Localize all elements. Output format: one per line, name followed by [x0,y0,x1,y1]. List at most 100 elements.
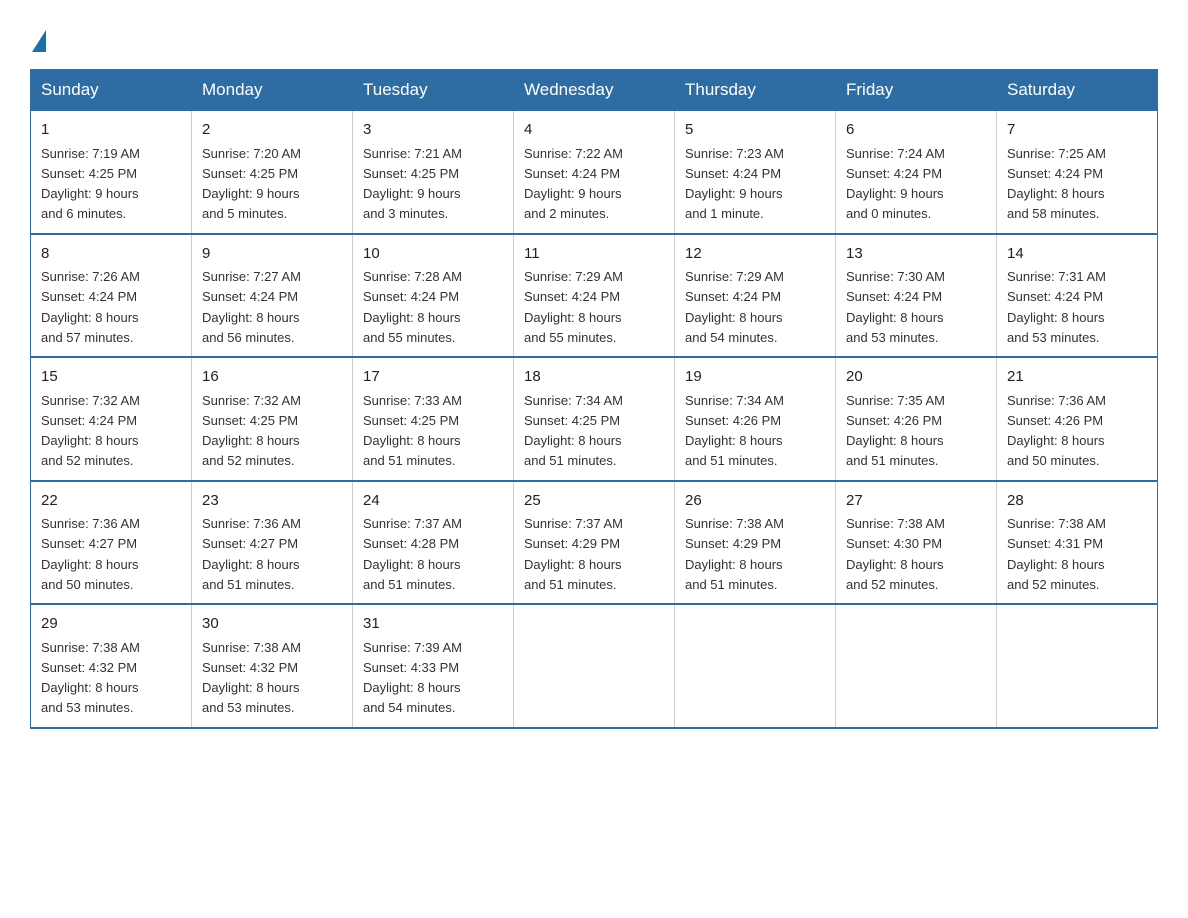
calendar-cell: 3Sunrise: 7:21 AMSunset: 4:25 PMDaylight… [353,111,514,234]
day-number: 19 [685,366,825,389]
weekday-header-friday: Friday [836,70,997,111]
day-number: 20 [846,366,986,389]
day-info: Sunrise: 7:38 AMSunset: 4:31 PMDaylight:… [1007,516,1106,592]
calendar-cell: 7 Sunrise: 7:25 AMSunset: 4:24 PMDaylight… [997,111,1158,234]
calendar-cell: 24 Sunrise: 7:37 AMSunset: 4:28 PMDayligh… [353,481,514,605]
day-info: Sunrise: 7:33 AMSunset: 4:25 PMDaylight:… [363,393,462,469]
day-number: 16 [202,366,342,389]
day-number: 14 [1007,243,1147,266]
day-number: 21 [1007,366,1147,389]
logo-triangle-icon [32,30,46,52]
calendar-week-row: 8 Sunrise: 7:26 AMSunset: 4:24 PMDaylight… [31,234,1158,358]
day-number: 4 [524,119,664,142]
day-info: Sunrise: 7:29 AMSunset: 4:24 PMDaylight:… [524,269,623,345]
calendar-cell: 28Sunrise: 7:38 AMSunset: 4:31 PMDayligh… [997,481,1158,605]
day-info: Sunrise: 7:37 AMSunset: 4:28 PMDaylight:… [363,516,462,592]
day-info: Sunrise: 7:32 AMSunset: 4:25 PMDaylight:… [202,393,301,469]
page-header [30,20,1158,54]
day-number: 23 [202,490,342,513]
day-info: Sunrise: 7:36 AMSunset: 4:26 PMDaylight:… [1007,393,1106,469]
day-info: Sunrise: 7:25 AMSunset: 4:24 PMDaylight:… [1007,146,1106,222]
calendar-cell [675,604,836,728]
day-number: 24 [363,490,503,513]
calendar-cell [514,604,675,728]
calendar-week-row: 22Sunrise: 7:36 AMSunset: 4:27 PMDayligh… [31,481,1158,605]
calendar-week-row: 1Sunrise: 7:19 AMSunset: 4:25 PMDaylight… [31,111,1158,234]
calendar-cell: 2 Sunrise: 7:20 AMSunset: 4:25 PMDaylight… [192,111,353,234]
calendar-cell: 17 Sunrise: 7:33 AMSunset: 4:25 PMDayligh… [353,357,514,481]
calendar-cell: 6 Sunrise: 7:24 AMSunset: 4:24 PMDaylight… [836,111,997,234]
day-info: Sunrise: 7:36 AMSunset: 4:27 PMDaylight:… [202,516,301,592]
calendar-week-row: 15 Sunrise: 7:32 AMSunset: 4:24 PMDayligh… [31,357,1158,481]
weekday-header-tuesday: Tuesday [353,70,514,111]
calendar-cell: 20 Sunrise: 7:35 AMSunset: 4:26 PMDayligh… [836,357,997,481]
day-info: Sunrise: 7:20 AMSunset: 4:25 PMDaylight:… [202,146,301,222]
day-info: Sunrise: 7:31 AMSunset: 4:24 PMDaylight:… [1007,269,1106,345]
calendar-cell: 5 Sunrise: 7:23 AMSunset: 4:24 PMDaylight… [675,111,836,234]
day-info: Sunrise: 7:26 AMSunset: 4:24 PMDaylight:… [41,269,140,345]
day-number: 13 [846,243,986,266]
day-number: 8 [41,243,181,266]
calendar-cell: 16 Sunrise: 7:32 AMSunset: 4:25 PMDayligh… [192,357,353,481]
calendar-body: 1Sunrise: 7:19 AMSunset: 4:25 PMDaylight… [31,111,1158,728]
day-number: 25 [524,490,664,513]
day-number: 27 [846,490,986,513]
calendar-cell: 19 Sunrise: 7:34 AMSunset: 4:26 PMDayligh… [675,357,836,481]
day-info: Sunrise: 7:23 AMSunset: 4:24 PMDaylight:… [685,146,784,222]
day-info: Sunrise: 7:38 AMSunset: 4:32 PMDaylight:… [202,640,301,716]
calendar-cell: 31Sunrise: 7:39 AMSunset: 4:33 PMDayligh… [353,604,514,728]
day-number: 11 [524,243,664,266]
day-number: 2 [202,119,342,142]
weekday-header-wednesday: Wednesday [514,70,675,111]
weekday-row: SundayMondayTuesdayWednesdayThursdayFrid… [31,70,1158,111]
calendar-cell: 18 Sunrise: 7:34 AMSunset: 4:25 PMDayligh… [514,357,675,481]
calendar-cell: 4Sunrise: 7:22 AMSunset: 4:24 PMDaylight… [514,111,675,234]
weekday-header-saturday: Saturday [997,70,1158,111]
day-number: 31 [363,613,503,636]
weekday-header-sunday: Sunday [31,70,192,111]
calendar-cell: 12Sunrise: 7:29 AMSunset: 4:24 PMDayligh… [675,234,836,358]
calendar-cell [997,604,1158,728]
calendar-cell: 23 Sunrise: 7:36 AMSunset: 4:27 PMDayligh… [192,481,353,605]
calendar-table: SundayMondayTuesdayWednesdayThursdayFrid… [30,69,1158,729]
weekday-header-monday: Monday [192,70,353,111]
logo [30,30,46,54]
day-info: Sunrise: 7:38 AMSunset: 4:29 PMDaylight:… [685,516,784,592]
calendar-cell: 14 Sunrise: 7:31 AMSunset: 4:24 PMDayligh… [997,234,1158,358]
calendar-cell: 1Sunrise: 7:19 AMSunset: 4:25 PMDaylight… [31,111,192,234]
day-info: Sunrise: 7:32 AMSunset: 4:24 PMDaylight:… [41,393,140,469]
day-number: 29 [41,613,181,636]
calendar-cell: 29 Sunrise: 7:38 AMSunset: 4:32 PMDayligh… [31,604,192,728]
day-info: Sunrise: 7:34 AMSunset: 4:25 PMDaylight:… [524,393,623,469]
day-number: 1 [41,119,181,142]
day-info: Sunrise: 7:30 AMSunset: 4:24 PMDaylight:… [846,269,945,345]
day-number: 30 [202,613,342,636]
weekday-header-thursday: Thursday [675,70,836,111]
day-number: 9 [202,243,342,266]
day-number: 3 [363,119,503,142]
day-number: 18 [524,366,664,389]
day-number: 7 [1007,119,1147,142]
day-number: 15 [41,366,181,389]
day-number: 17 [363,366,503,389]
day-number: 6 [846,119,986,142]
calendar-cell: 30 Sunrise: 7:38 AMSunset: 4:32 PMDayligh… [192,604,353,728]
day-info: Sunrise: 7:34 AMSunset: 4:26 PMDaylight:… [685,393,784,469]
day-info: Sunrise: 7:38 AMSunset: 4:32 PMDaylight:… [41,640,140,716]
day-info: Sunrise: 7:36 AMSunset: 4:27 PMDaylight:… [41,516,140,592]
calendar-header: SundayMondayTuesdayWednesdayThursdayFrid… [31,70,1158,111]
day-info: Sunrise: 7:27 AMSunset: 4:24 PMDaylight:… [202,269,301,345]
calendar-cell: 26Sunrise: 7:38 AMSunset: 4:29 PMDayligh… [675,481,836,605]
calendar-cell: 10Sunrise: 7:28 AMSunset: 4:24 PMDayligh… [353,234,514,358]
day-info: Sunrise: 7:24 AMSunset: 4:24 PMDaylight:… [846,146,945,222]
calendar-cell: 15 Sunrise: 7:32 AMSunset: 4:24 PMDayligh… [31,357,192,481]
day-info: Sunrise: 7:29 AMSunset: 4:24 PMDaylight:… [685,269,784,345]
calendar-cell: 25 Sunrise: 7:37 AMSunset: 4:29 PMDayligh… [514,481,675,605]
calendar-cell: 22Sunrise: 7:36 AMSunset: 4:27 PMDayligh… [31,481,192,605]
day-info: Sunrise: 7:35 AMSunset: 4:26 PMDaylight:… [846,393,945,469]
day-info: Sunrise: 7:37 AMSunset: 4:29 PMDaylight:… [524,516,623,592]
day-number: 5 [685,119,825,142]
day-info: Sunrise: 7:28 AMSunset: 4:24 PMDaylight:… [363,269,462,345]
day-info: Sunrise: 7:38 AMSunset: 4:30 PMDaylight:… [846,516,945,592]
calendar-cell: 11 Sunrise: 7:29 AMSunset: 4:24 PMDayligh… [514,234,675,358]
